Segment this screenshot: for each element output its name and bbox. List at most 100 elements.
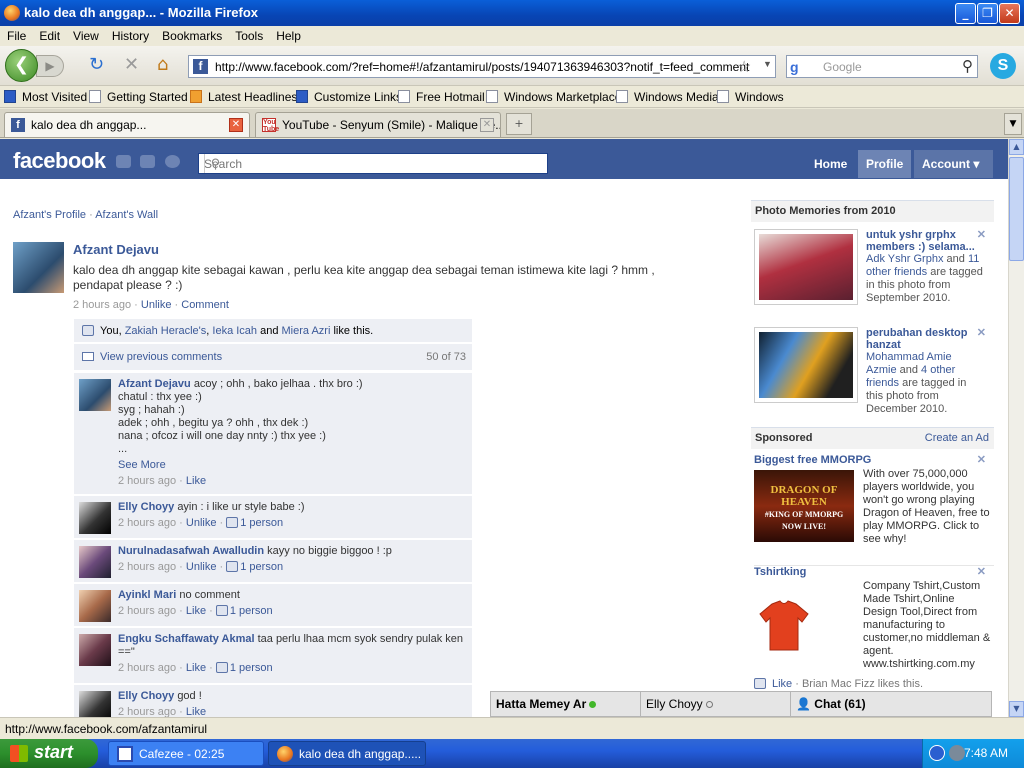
photo-memory-title[interactable]: untuk yshr grphx members :) selama... <box>866 229 984 253</box>
facebook-search-input[interactable]: Search ⚲ <box>198 153 548 174</box>
ad-title[interactable]: Tshirtking <box>754 566 994 578</box>
messages-icon[interactable] <box>140 155 155 168</box>
post-comment-link[interactable]: Comment <box>181 299 229 311</box>
magnifier-icon[interactable]: ⚲ <box>962 57 973 75</box>
commenter-name[interactable]: Elly Choyy <box>118 501 174 513</box>
close-icon[interactable]: ✕ <box>977 454 986 467</box>
commenter-avatar[interactable] <box>79 634 111 666</box>
home-icon[interactable]: ⌂ <box>157 56 168 74</box>
bookmark-getting-started[interactable]: Getting Started <box>89 90 188 104</box>
commenter-avatar[interactable] <box>79 502 111 534</box>
commenter-avatar[interactable] <box>79 379 111 411</box>
forward-button[interactable]: ▶ <box>36 55 64 77</box>
web-search-box[interactable]: g Google ⚲ <box>786 55 978 78</box>
menu-help[interactable]: Help <box>269 26 307 43</box>
scroll-down-icon[interactable]: ▼ <box>1009 701 1024 717</box>
vertical-scrollbar[interactable]: ▲ ▼ <box>1008 139 1024 717</box>
comment-like-link[interactable]: Like <box>186 605 206 617</box>
bookmark-customize-links[interactable]: Customize Links <box>296 90 402 104</box>
scroll-thumb[interactable] <box>1009 157 1024 261</box>
taskbar-item-cafezee[interactable]: Cafezee - 02:25 <box>108 741 264 766</box>
url-bar[interactable]: f http://www.facebook.com/?ref=home#!/af… <box>188 55 776 78</box>
minimize-button[interactable]: _ <box>955 3 976 24</box>
chat-button[interactable]: 👤 Chat (61) <box>791 692 991 716</box>
menu-tools[interactable]: Tools <box>228 26 269 43</box>
bookmark-latest-headlines[interactable]: Latest Headlines <box>190 90 297 104</box>
commenter-name[interactable]: Elly Choyy <box>118 690 174 702</box>
bookmark-star-icon[interactable]: ☆ <box>737 57 751 77</box>
commenter-avatar[interactable] <box>79 691 111 717</box>
commenter-name[interactable]: Ayinkl Mari <box>118 589 176 601</box>
comment-like-link[interactable]: Like <box>186 706 206 717</box>
comment-likes-link[interactable]: 1 person <box>230 605 273 617</box>
liker-link[interactable]: Miera Azri <box>282 325 331 337</box>
ad-image[interactable] <box>754 598 814 654</box>
breadcrumb-profile[interactable]: Afzant's Profile <box>13 209 86 221</box>
new-tab-button[interactable]: + <box>506 113 532 135</box>
commenter-name[interactable]: Nurulnadasafwah Awalludin <box>118 545 264 557</box>
tab-list-button[interactable]: ▼ <box>1004 113 1022 135</box>
see-more-link[interactable]: See More <box>118 459 166 472</box>
taskbar-item-firefox[interactable]: kalo dea dh anggap..... <box>268 741 426 766</box>
comment-likes-link[interactable]: 1 person <box>240 561 283 573</box>
friend-requests-icon[interactable] <box>116 155 131 168</box>
tagged-person-link[interactable]: Adk Yshr Grphx <box>866 253 943 265</box>
chat-tab[interactable]: Hatta Memey Ar <box>491 692 641 716</box>
tab-facebook-post[interactable]: f kalo dea dh anggap... ✕ <box>4 112 250 137</box>
menu-history[interactable]: History <box>105 26 155 43</box>
close-button[interactable]: ✕ <box>999 3 1020 24</box>
close-tab-icon[interactable]: ✕ <box>480 118 494 132</box>
menu-file[interactable]: File <box>0 26 32 43</box>
commenter-name[interactable]: Afzant Dejavu <box>118 378 191 390</box>
ad-image[interactable]: DRAGON OF HEAVEN #KING OF MMORPG NOW LIV… <box>754 470 854 542</box>
commenter-name[interactable]: Engku Schaffawaty Akmal <box>118 633 255 645</box>
tab-youtube[interactable]: You Tube YouTube - Senyum (Smile) - Maliq… <box>255 112 501 137</box>
menu-bookmarks[interactable]: Bookmarks <box>155 26 228 43</box>
create-ad-link[interactable]: Create an Ad <box>925 432 989 444</box>
photo-memory-title[interactable]: perubahan desktop hanzat <box>866 327 984 351</box>
reload-icon[interactable]: ↻ <box>89 56 104 74</box>
bookmark-windows-marketplace[interactable]: Windows Marketplace <box>486 90 621 104</box>
comment-like-link[interactable]: Like <box>186 662 206 674</box>
back-button[interactable]: ❮ <box>5 49 38 82</box>
post-author[interactable]: Afzant Dejavu <box>73 242 159 257</box>
url-dropdown-icon[interactable]: ▼ <box>763 59 772 69</box>
notifications-icon[interactable] <box>165 155 180 168</box>
chat-tab[interactable]: Elly Choyy <box>641 692 791 716</box>
tray-network-icon[interactable] <box>949 745 965 761</box>
bookmark-windows[interactable]: Windows <box>717 90 784 104</box>
photo-thumbnail[interactable] <box>754 229 858 305</box>
photo-thumbnail[interactable] <box>754 327 858 403</box>
google-icon[interactable]: g <box>790 59 806 75</box>
ad-like-link[interactable]: Like <box>772 678 792 690</box>
nav-home[interactable]: Home <box>806 150 855 178</box>
comment-likes-link[interactable]: 1 person <box>240 517 283 529</box>
comment-like-link[interactable]: Like <box>186 475 206 487</box>
close-icon[interactable]: ✕ <box>977 229 986 242</box>
comment-likes-link[interactable]: 1 person <box>230 662 273 674</box>
scroll-up-icon[interactable]: ▲ <box>1009 139 1024 155</box>
stop-icon[interactable]: ✕ <box>124 56 139 74</box>
commenter-avatar[interactable] <box>79 546 111 578</box>
comment-unlike-link[interactable]: Unlike <box>186 517 217 529</box>
commenter-avatar[interactable] <box>79 590 111 622</box>
menu-view[interactable]: View <box>66 26 105 43</box>
close-icon[interactable]: ✕ <box>977 566 986 579</box>
liker-link[interactable]: Zakiah Heracle's <box>125 325 207 337</box>
nav-profile[interactable]: Profile <box>858 150 912 178</box>
search-icon[interactable]: ⚲ <box>204 154 226 173</box>
skype-icon[interactable]: S <box>990 53 1016 79</box>
maximize-button[interactable]: ❐ <box>977 3 998 24</box>
tray-arrow-icon[interactable] <box>929 745 945 761</box>
author-avatar[interactable] <box>13 242 64 293</box>
bookmark-most-visited[interactable]: Most Visited <box>4 90 87 104</box>
liker-link[interactable]: Ieka Icah <box>212 325 257 337</box>
close-tab-icon[interactable]: ✕ <box>229 118 243 132</box>
view-previous-comments-link[interactable]: View previous comments <box>100 351 222 363</box>
comment-unlike-link[interactable]: Unlike <box>186 561 217 573</box>
breadcrumb-wall[interactable]: Afzant's Wall <box>95 209 158 221</box>
nav-account[interactable]: Account ▾ <box>914 150 993 178</box>
start-button[interactable]: start <box>0 739 98 768</box>
facebook-logo[interactable]: facebook <box>13 148 106 174</box>
ad-title[interactable]: Biggest free MMORPG <box>754 454 871 466</box>
